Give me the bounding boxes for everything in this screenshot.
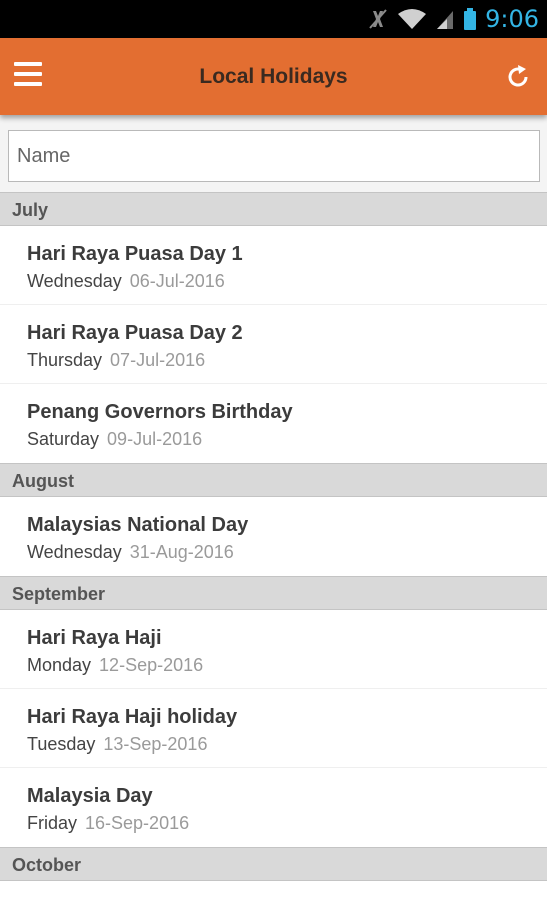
list-item[interactable]: Hari Raya Puasa Day 1 Wednesday 06-Jul-20… [0,226,547,305]
holiday-name: Hari Raya Puasa Day 1 [27,243,243,265]
status-bar: 9:06 [0,0,547,38]
holiday-name: Hari Raya Haji holiday [27,706,238,728]
status-time: 9:06 [485,5,539,33]
holiday-date-row: Saturday 09-Jul-2016 [27,428,547,450]
hamburger-menu-icon[interactable] [14,62,48,92]
holiday-date: 07-Jul-2016 [110,350,206,370]
section-header-july: July [0,192,547,226]
holiday-date: 12-Sep-2016 [99,655,204,675]
search-container [0,115,547,192]
mute-icon [369,9,387,29]
holiday-weekday: Tuesday [27,734,96,754]
holiday-weekday: Wednesday [27,542,122,562]
holiday-list[interactable]: July Hari Raya Puasa Day 1 Wednesday 06-J… [0,192,547,881]
section-september: Hari Raya Haji Monday 12-Sep-2016 Hari Ra… [0,610,547,847]
holiday-weekday: Friday [27,813,78,833]
holiday-name: Hari Raya Puasa Day 2 [27,322,243,344]
section-july: Hari Raya Puasa Day 1 Wednesday 06-Jul-20… [0,226,547,463]
holiday-date-row: Tuesday 13-Sep-2016 [27,733,547,755]
holiday-date: 13-Sep-2016 [103,734,208,754]
list-item[interactable]: Penang Governors Birthday Saturday 09-Jul… [0,384,547,463]
holiday-name: Hari Raya Haji [27,627,162,649]
search-input[interactable] [8,130,540,182]
holiday-date: 09-Jul-2016 [107,429,203,449]
holiday-name: Penang Governors Birthday [27,401,293,423]
list-item[interactable]: Malaysia Day Friday 16-Sep-2016 [0,768,547,847]
holiday-date-row: Friday 16-Sep-2016 [27,812,547,834]
wifi-icon [398,9,427,29]
holiday-date-row: Wednesday 06-Jul-2016 [27,270,547,292]
holiday-date: 31-Aug-2016 [129,542,234,562]
signal-icon [437,11,454,29]
holiday-date-row: Thursday 07-Jul-2016 [27,349,547,371]
holiday-weekday: Wednesday [27,271,122,291]
refresh-icon [508,65,528,87]
holiday-date-row: Monday 12-Sep-2016 [27,654,547,676]
holiday-name: Malaysias National Day [27,514,249,536]
battery-icon [464,8,477,30]
list-item[interactable]: Malaysias National Day Wednesday 31-Aug-2… [0,497,547,576]
status-icons: 9:06 [367,0,539,38]
holiday-name: Malaysia Day [27,785,153,807]
app-bar: Local Holidays [0,38,547,115]
section-august: Malaysias National Day Wednesday 31-Aug-2… [0,497,547,576]
refresh-button[interactable] [503,62,533,92]
holiday-weekday: Thursday [27,350,103,370]
holiday-weekday: Saturday [27,429,100,449]
section-header-october: October [0,847,547,881]
section-header-september: September [0,576,547,610]
list-item[interactable]: Hari Raya Puasa Day 2 Thursday 07-Jul-201… [0,305,547,384]
holiday-date-row: Wednesday 31-Aug-2016 [27,541,547,563]
section-header-august: August [0,463,547,497]
holiday-date: 06-Jul-2016 [129,271,225,291]
holiday-date: 16-Sep-2016 [85,813,190,833]
list-item[interactable]: Hari Raya Haji Monday 12-Sep-2016 [0,610,547,689]
list-item[interactable]: Hari Raya Haji holiday Tuesday 13-Sep-201… [0,689,547,768]
page-title: Local Holidays [199,65,348,88]
holiday-weekday: Monday [27,655,92,675]
